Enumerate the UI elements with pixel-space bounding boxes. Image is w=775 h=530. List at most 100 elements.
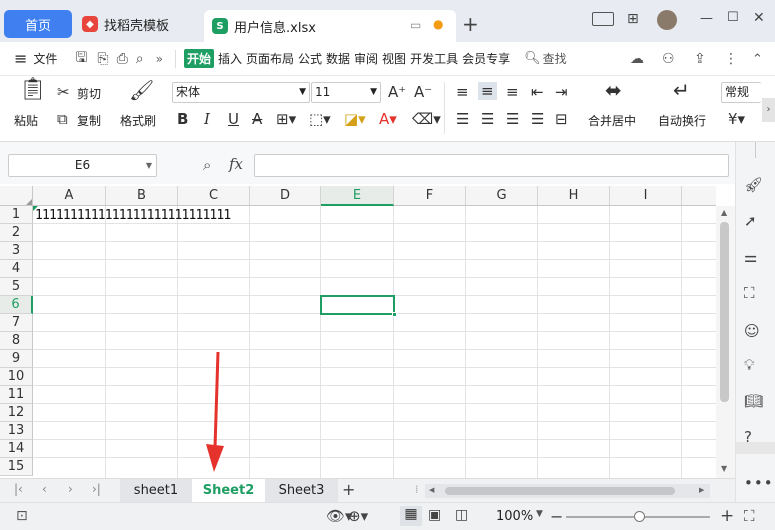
cell-a1[interactable]: 1111111111111111111111111111 bbox=[35, 207, 231, 224]
layout-icon[interactable] bbox=[592, 12, 614, 26]
new-tab-button[interactable]: + bbox=[462, 12, 479, 36]
cursor-select-icon[interactable]: ➚ bbox=[744, 212, 757, 230]
row-header-15[interactable]: 15 bbox=[0, 458, 33, 476]
menu-view[interactable]: 视图 bbox=[382, 50, 406, 67]
lightbulb-icon[interactable]: 💡︎ bbox=[744, 356, 755, 374]
align-middle-icon[interactable]: ≡ bbox=[478, 82, 497, 100]
formula-input[interactable] bbox=[254, 154, 729, 177]
indent-increase-icon[interactable]: ⇥ bbox=[555, 84, 568, 100]
cut-icon[interactable]: ✂ bbox=[57, 84, 70, 100]
border-icon[interactable]: ⊞▾ bbox=[276, 111, 296, 127]
vertical-scrollbar[interactable]: ▲ ▼ bbox=[716, 206, 735, 478]
column-header-f[interactable]: F bbox=[394, 186, 466, 206]
row-header-10[interactable]: 10 bbox=[0, 368, 33, 386]
select-all-corner[interactable] bbox=[0, 186, 33, 206]
collapse-ribbon-icon[interactable]: ⌃ bbox=[752, 52, 763, 67]
scroll-down-icon[interactable]: ▼ bbox=[721, 464, 727, 473]
sheet-tab-sheet1[interactable]: sheet1 bbox=[120, 479, 192, 503]
italic-button[interactable]: I bbox=[204, 111, 210, 127]
indent-decrease-icon[interactable]: ⇤ bbox=[531, 84, 544, 100]
row-header-12[interactable]: 12 bbox=[0, 404, 33, 422]
menu-insert[interactable]: 插入 bbox=[218, 50, 242, 67]
more-panel-icon[interactable]: ••• bbox=[744, 474, 774, 492]
book-icon[interactable]: 📖︎ bbox=[744, 392, 763, 410]
paste-icon[interactable]: 📋︎ bbox=[19, 79, 47, 101]
save-icon[interactable]: 🖫 bbox=[75, 47, 87, 71]
sheet-tab-sheet2[interactable]: Sheet2 bbox=[192, 479, 265, 503]
bold-button[interactable]: B bbox=[177, 111, 188, 127]
normal-view-icon[interactable]: ▦ bbox=[400, 506, 422, 526]
underline-button[interactable]: U bbox=[228, 111, 239, 127]
column-header-h[interactable]: H bbox=[538, 186, 610, 206]
crop-icon[interactable]: ⛶ bbox=[744, 284, 755, 302]
menu-member[interactable]: 会员专享 bbox=[462, 50, 510, 67]
macro-record-icon[interactable]: ⊡ bbox=[16, 508, 28, 524]
column-header-e[interactable]: E bbox=[321, 186, 394, 206]
name-box[interactable]: E6 ▼ bbox=[8, 154, 157, 177]
page-layout-view-icon[interactable]: ▣ bbox=[428, 507, 441, 523]
tab-home[interactable]: 首页 bbox=[4, 10, 72, 38]
distribute-icon[interactable]: ⊟ bbox=[555, 111, 568, 127]
zoom-dropdown-icon[interactable]: ▼ bbox=[536, 509, 543, 519]
menu-formula[interactable]: 公式 bbox=[298, 50, 322, 67]
row-header-2[interactable]: 2 bbox=[0, 224, 33, 242]
zoom-slider-thumb[interactable] bbox=[634, 511, 645, 522]
panel-collapse[interactable] bbox=[736, 442, 775, 454]
row-header-1[interactable]: 1 bbox=[0, 206, 33, 224]
menu-file[interactable]: 文件 bbox=[33, 50, 57, 67]
print-preview-icon[interactable]: ⌕ bbox=[136, 51, 144, 67]
maximize-button[interactable]: ☐ bbox=[727, 10, 739, 25]
font-size-select[interactable]: 11 ▼ bbox=[311, 82, 381, 103]
sheet-tab-sheet3[interactable]: Sheet3 bbox=[265, 479, 338, 503]
cut-button[interactable]: 剪切 bbox=[77, 85, 101, 102]
copy-button[interactable]: 复制 bbox=[77, 112, 101, 129]
print-icon[interactable]: ⎙ bbox=[117, 51, 128, 67]
scroll-right-icon[interactable]: ▶ bbox=[699, 486, 704, 494]
wrap-text-icon[interactable]: ↵ bbox=[673, 80, 690, 100]
scroll-left-icon[interactable]: ◀ bbox=[429, 486, 434, 494]
wrap-text-button[interactable]: 自动换行 bbox=[658, 112, 706, 129]
column-header-j[interactable] bbox=[682, 186, 716, 206]
fx-button[interactable]: fx bbox=[229, 155, 243, 173]
column-header-b[interactable]: B bbox=[106, 186, 178, 206]
first-sheet-icon[interactable]: |‹ bbox=[14, 482, 23, 496]
spreadsheet-grid[interactable]: A B C D E F G H I 1 2 3 4 5 6 7 8 9 10 1… bbox=[0, 186, 716, 478]
format-painter-button[interactable]: 格式刷 bbox=[120, 112, 156, 129]
merge-center-icon[interactable]: ⬌ bbox=[605, 80, 622, 100]
align-top-icon[interactable]: ≡ bbox=[456, 84, 469, 100]
zoom-level[interactable]: 100% bbox=[496, 509, 533, 524]
tab-template[interactable]: ◆ 找稻壳模板 bbox=[76, 10, 202, 38]
zoom-in-button[interactable]: + bbox=[720, 506, 734, 526]
row-header-7[interactable]: 7 bbox=[0, 314, 33, 332]
zoom-slider[interactable] bbox=[566, 511, 710, 522]
hscrollbar-thumb[interactable] bbox=[445, 487, 675, 495]
scrollbar-thumb[interactable] bbox=[720, 222, 729, 402]
cloud-sync-icon[interactable]: ☁ bbox=[630, 51, 644, 67]
menu-review[interactable]: 审阅 bbox=[354, 50, 378, 67]
menu-page-layout[interactable]: 页面布局 bbox=[246, 50, 294, 67]
more-toolbar-icon[interactable]: » bbox=[156, 52, 163, 66]
column-header-a[interactable]: A bbox=[33, 186, 106, 206]
decrease-font-icon[interactable]: A⁻ bbox=[414, 84, 432, 100]
collaborate-icon[interactable]: ⚇ bbox=[662, 51, 675, 67]
strikethrough-button[interactable]: A bbox=[252, 111, 262, 127]
justify-icon[interactable]: ☰ bbox=[531, 111, 544, 127]
row-header-3[interactable]: 3 bbox=[0, 242, 33, 260]
align-right-icon[interactable]: ☰ bbox=[506, 111, 519, 127]
fullscreen-icon[interactable]: ⛶ bbox=[744, 507, 755, 525]
active-cell-e6[interactable] bbox=[320, 295, 397, 317]
adjust-sliders-icon[interactable]: ⚌ bbox=[744, 248, 757, 266]
column-header-g[interactable]: G bbox=[466, 186, 538, 206]
fill-color-icon[interactable]: ◪▾ bbox=[344, 111, 366, 127]
last-sheet-icon[interactable]: ›| bbox=[92, 482, 101, 496]
merge-center-button[interactable]: 合并居中 bbox=[588, 112, 636, 129]
fill-pattern-icon[interactable]: ⬚▾ bbox=[309, 111, 331, 127]
row-header-9[interactable]: 9 bbox=[0, 350, 33, 368]
monitor-icon[interactable]: ▭ bbox=[410, 18, 421, 32]
next-sheet-icon[interactable]: › bbox=[68, 482, 73, 496]
more-options-icon[interactable]: ⋮ bbox=[724, 51, 738, 67]
row-header-14[interactable]: 14 bbox=[0, 440, 33, 458]
row-header-5[interactable]: 5 bbox=[0, 278, 33, 296]
search-label[interactable]: 查找 bbox=[543, 50, 567, 67]
row-header-6[interactable]: 6 bbox=[0, 296, 33, 314]
